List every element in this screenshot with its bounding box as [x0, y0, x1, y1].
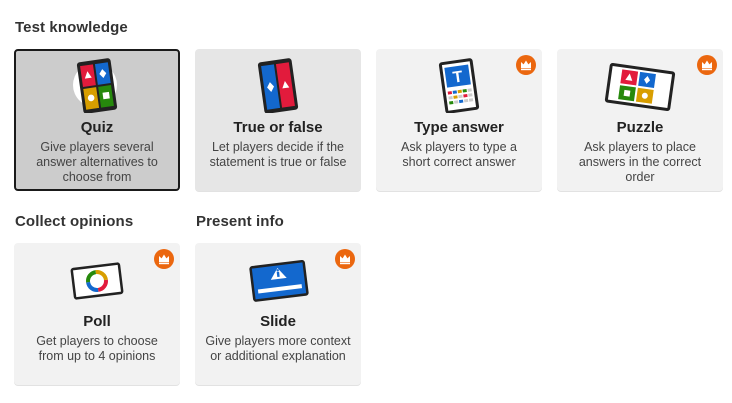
type-answer-icon: T — [438, 58, 480, 113]
true-or-false-card[interactable]: True or false Let players decide if the … — [195, 49, 361, 191]
poll-title: Poll — [83, 313, 111, 330]
poll-icon — [70, 262, 124, 300]
poll-card[interactable]: Poll Get players to choose from up to 4 … — [14, 243, 180, 385]
puzzle-description: Ask players to place answers in the corr… — [578, 140, 702, 184]
slide-title: Slide — [260, 313, 296, 330]
type-answer-card[interactable]: T Type answer Ask players to type a shor… — [376, 49, 542, 191]
true-or-false-description: Let players decide if the statement is t… — [209, 140, 347, 169]
puzzle-icon — [604, 62, 676, 112]
puzzle-card[interactable]: Puzzle Ask players to place answers in t… — [557, 49, 723, 191]
slide-card[interactable]: Slide Give players more context or addit… — [195, 243, 361, 385]
true-or-false-title: True or false — [233, 119, 323, 136]
true-or-false-icon — [257, 58, 299, 113]
poll-description: Get players to choose from up to 4 opini… — [36, 334, 158, 363]
puzzle-title: Puzzle — [616, 119, 664, 136]
quiz-title: Quiz — [80, 119, 114, 136]
quiz-card[interactable]: Quiz Give players several answer alterna… — [14, 49, 180, 191]
type-answer-title: Type answer — [414, 119, 504, 136]
quiz-description: Give players several answer alternatives… — [36, 140, 158, 184]
slide-icon — [249, 259, 309, 302]
section-title-present-info: Present info — [196, 213, 284, 230]
slide-description: Give players more context or additional … — [205, 334, 351, 363]
type-answer-description: Ask players to type a short correct answ… — [400, 140, 518, 169]
quiz-icon — [73, 58, 118, 113]
section-title-collect-opinions: Collect opinions — [15, 213, 134, 230]
section-title-test-knowledge: Test knowledge — [15, 19, 128, 36]
